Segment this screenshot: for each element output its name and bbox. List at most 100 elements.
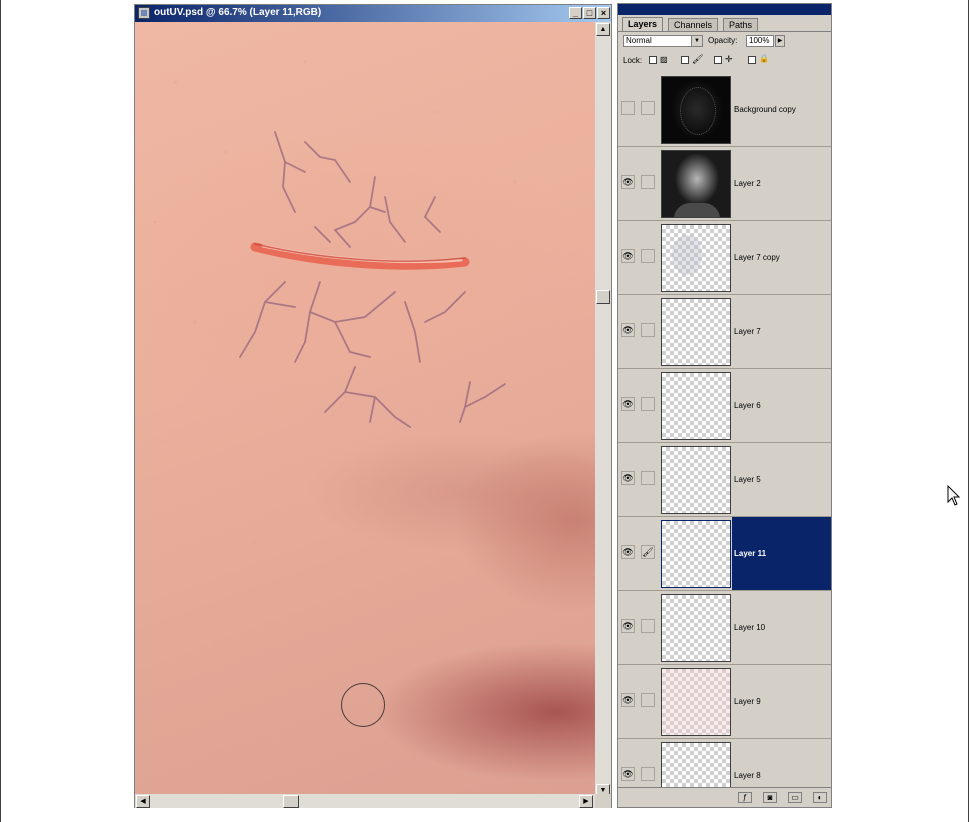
layer-name[interactable]: Background copy bbox=[732, 73, 831, 146]
resize-grip[interactable] bbox=[595, 794, 611, 808]
horizontal-scroll-thumb[interactable] bbox=[283, 795, 299, 808]
tab-paths[interactable]: Paths bbox=[723, 18, 759, 31]
new-layer-set-folder-icon[interactable]: ▭ bbox=[788, 792, 802, 803]
link-toggle[interactable] bbox=[641, 397, 655, 411]
palette-bottom-bar: ƒ ◙ ▭ ◐ bbox=[618, 787, 831, 807]
layer-name[interactable]: Layer 7 copy bbox=[732, 221, 831, 294]
eye-icon[interactable]: 👁 bbox=[621, 471, 635, 485]
eye-icon[interactable]: 👁 bbox=[621, 545, 635, 559]
eye-icon[interactable]: 👁 bbox=[621, 767, 635, 781]
link-toggle[interactable] bbox=[641, 249, 655, 263]
layer-row-layer-11[interactable]: 👁 🖌 Layer 11 bbox=[618, 517, 831, 591]
opacity-label: Opacity: bbox=[708, 36, 738, 45]
eye-icon[interactable]: 👁 bbox=[621, 397, 635, 411]
adjustment-layer-icon[interactable]: ◐ bbox=[813, 792, 827, 803]
image-canvas[interactable] bbox=[135, 22, 595, 798]
brush-icon[interactable]: 🖌 bbox=[641, 545, 655, 559]
layer-row-layer-10[interactable]: 👁 Layer 10 bbox=[618, 591, 831, 665]
lock-all-checkbox[interactable] bbox=[748, 56, 756, 64]
eye-icon[interactable]: 👁 bbox=[621, 323, 635, 337]
lock-image-checkbox[interactable] bbox=[681, 56, 689, 64]
eye-icon[interactable]: 👁 bbox=[621, 249, 635, 263]
layer-row-layer-7-copy[interactable]: 👁 Layer 7 copy bbox=[618, 221, 831, 295]
link-toggle[interactable] bbox=[641, 619, 655, 633]
scroll-left-button[interactable]: ◀ bbox=[136, 795, 150, 808]
layer-thumbnail bbox=[661, 150, 731, 218]
layer-name[interactable]: Layer 9 bbox=[732, 665, 831, 738]
brush-cursor bbox=[341, 683, 385, 727]
scroll-right-button[interactable]: ▶ bbox=[579, 795, 593, 808]
lock-position-move-icon: ✛ bbox=[725, 54, 733, 64]
palette-titlebar[interactable] bbox=[618, 4, 831, 15]
palette-tabs: Layers Channels Paths bbox=[618, 16, 831, 32]
layer-name[interactable]: Layer 2 bbox=[732, 147, 831, 220]
blend-mode-value: Normal bbox=[626, 36, 652, 45]
layer-thumbnail bbox=[661, 372, 731, 440]
lock-position-checkbox[interactable] bbox=[714, 56, 722, 64]
tab-divider bbox=[618, 31, 831, 32]
layer-row-layer-6[interactable]: 👁 Layer 6 bbox=[618, 369, 831, 443]
layer-row-layer-2[interactable]: 👁 Layer 2 bbox=[618, 147, 831, 221]
close-button[interactable]: × bbox=[597, 7, 610, 19]
add-mask-icon[interactable]: ◙ bbox=[763, 792, 777, 803]
tab-layers[interactable]: Layers bbox=[622, 17, 664, 32]
skin-texture-artwork bbox=[153, 60, 557, 744]
mouse-pointer-icon bbox=[947, 485, 961, 506]
opacity-input[interactable]: 100% bbox=[746, 35, 774, 47]
layer-thumbnail bbox=[661, 742, 731, 787]
layer-thumbnail bbox=[661, 668, 731, 736]
scroll-up-button[interactable]: ▲ bbox=[596, 23, 610, 36]
horizontal-scrollbar[interactable]: ◀ ▶ bbox=[135, 794, 595, 808]
tab-channels[interactable]: Channels bbox=[668, 18, 719, 31]
layers-list[interactable]: Background copy 👁 Layer 2 👁 Layer 7 copy… bbox=[618, 73, 831, 787]
layer-name[interactable]: Layer 6 bbox=[732, 369, 831, 442]
eye-icon[interactable]: 👁 bbox=[621, 693, 635, 707]
blend-mode-select[interactable]: Normal ▼ bbox=[623, 35, 703, 47]
opacity-slider-arrow[interactable]: ▶ bbox=[775, 35, 785, 47]
lock-all-icon: 🔒 bbox=[759, 54, 769, 63]
visibility-toggle[interactable] bbox=[621, 101, 635, 115]
link-toggle[interactable] bbox=[641, 693, 655, 707]
layer-row-layer-8[interactable]: 👁 Layer 8 bbox=[618, 739, 831, 787]
document-title: outUV.psd @ 66.7% (Layer 11,RGB) bbox=[154, 7, 322, 18]
vertical-scroll-thumb[interactable] bbox=[596, 290, 610, 304]
layer-name[interactable]: Layer 10 bbox=[732, 591, 831, 664]
layer-name[interactable]: Layer 5 bbox=[732, 443, 831, 516]
layer-thumbnail bbox=[661, 446, 731, 514]
lock-transparency-checkbox[interactable] bbox=[649, 56, 657, 64]
layer-row-layer-9[interactable]: 👁 Layer 9 bbox=[618, 665, 831, 739]
eye-icon[interactable]: 👁 bbox=[621, 175, 635, 189]
layer-thumbnail bbox=[661, 520, 731, 588]
link-toggle[interactable] bbox=[641, 101, 655, 115]
document-titlebar[interactable]: outUV.psd @ 66.7% (Layer 11,RGB) _ □ × bbox=[135, 5, 611, 22]
layer-row-background-copy[interactable]: Background copy bbox=[618, 73, 831, 147]
lock-image-brush-icon: 🖌 bbox=[692, 54, 704, 64]
add-layer-style-icon[interactable]: ƒ bbox=[738, 792, 752, 803]
layer-thumbnail bbox=[661, 76, 731, 144]
layer-thumbnail bbox=[661, 224, 731, 292]
layer-name[interactable]: Layer 8 bbox=[732, 739, 831, 787]
chevron-down-icon[interactable]: ▼ bbox=[691, 36, 702, 46]
layer-name[interactable]: Layer 11 bbox=[732, 517, 831, 590]
maximize-button[interactable]: □ bbox=[583, 7, 596, 19]
eye-icon[interactable]: 👁 bbox=[621, 619, 635, 633]
document-window: outUV.psd @ 66.7% (Layer 11,RGB) _ □ × ▲… bbox=[134, 4, 612, 808]
layer-thumbnail bbox=[661, 594, 731, 662]
layer-thumbnail bbox=[661, 298, 731, 366]
layer-row-layer-7[interactable]: 👁 Layer 7 bbox=[618, 295, 831, 369]
layers-palette: Layers Channels Paths Normal ▼ Opacity: … bbox=[617, 3, 832, 808]
layer-name[interactable]: Layer 7 bbox=[732, 295, 831, 368]
document-icon[interactable] bbox=[138, 7, 150, 19]
page-border-left bbox=[0, 0, 1, 822]
lock-label: Lock: bbox=[623, 56, 643, 65]
lock-transparency-icon: ▨ bbox=[660, 55, 668, 64]
link-toggle[interactable] bbox=[641, 767, 655, 781]
link-toggle[interactable] bbox=[641, 471, 655, 485]
page-border-right bbox=[968, 0, 969, 822]
link-toggle[interactable] bbox=[641, 175, 655, 189]
minimize-button[interactable]: _ bbox=[569, 7, 582, 19]
layer-row-layer-5[interactable]: 👁 Layer 5 bbox=[618, 443, 831, 517]
lock-row: Lock: ▨ 🖌 ✛ 🔒 bbox=[618, 54, 831, 68]
vertical-scrollbar[interactable]: ▲ ▼ bbox=[595, 22, 611, 798]
link-toggle[interactable] bbox=[641, 323, 655, 337]
